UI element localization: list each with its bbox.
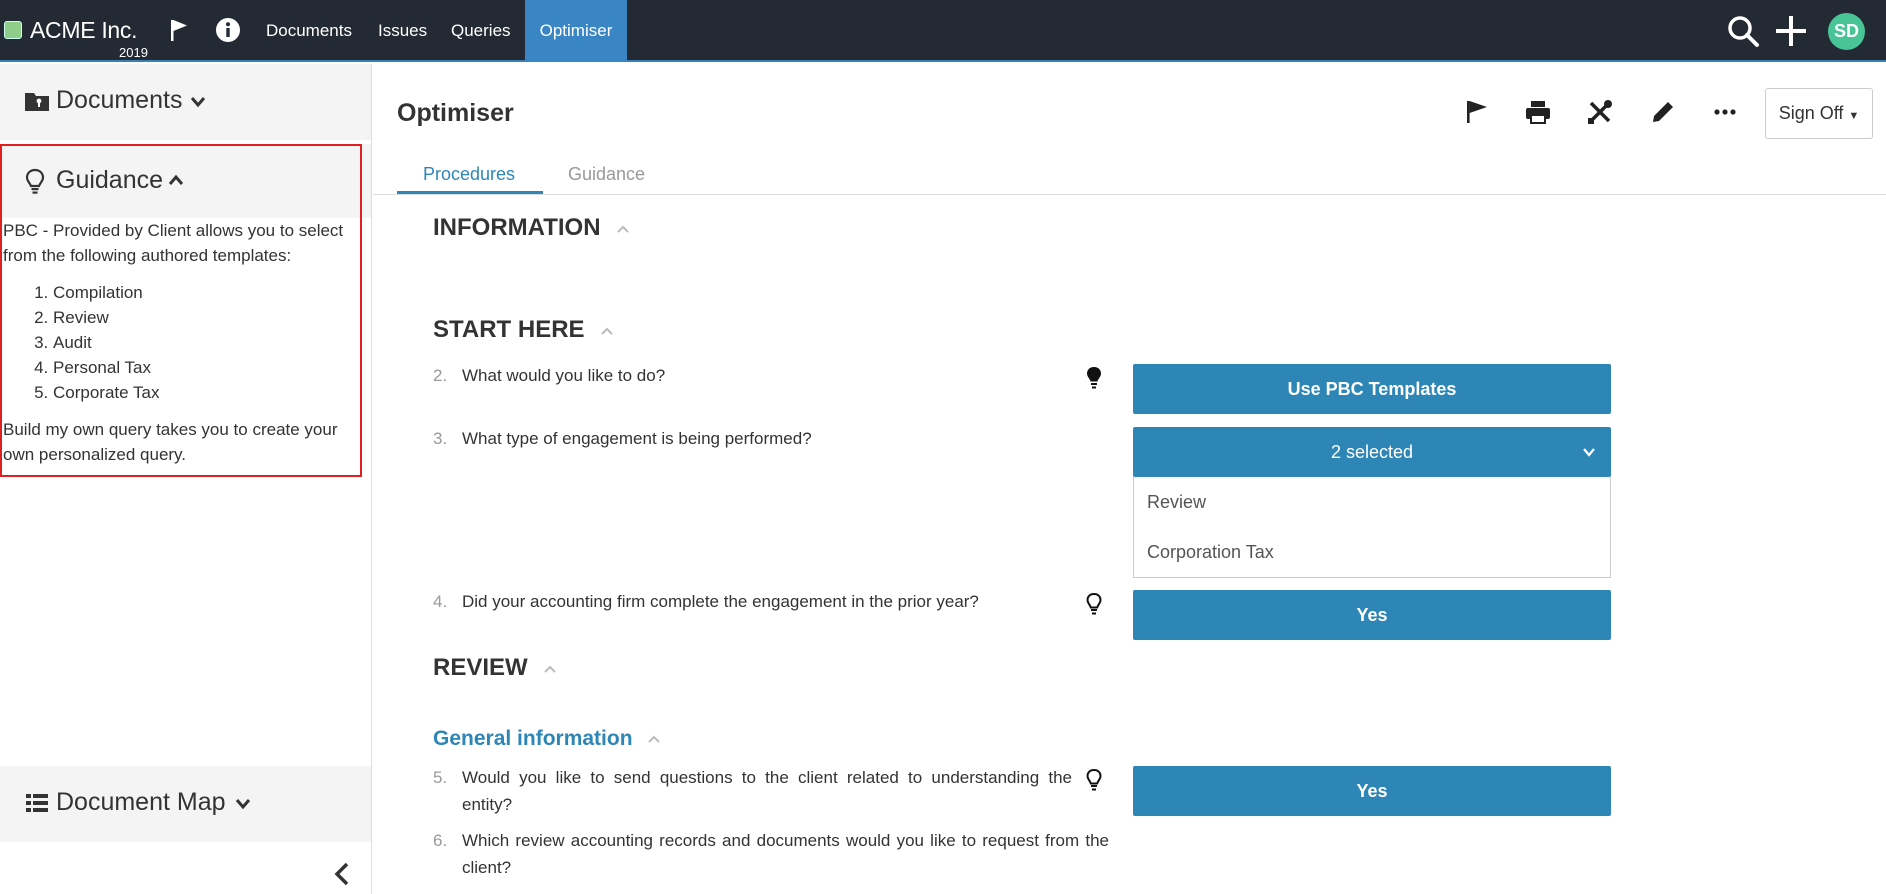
- chevron-down-icon: [1583, 448, 1595, 457]
- sidebar: Documents Guidance PBC - Provided by Cli…: [0, 64, 372, 894]
- list-item: Personal Tax: [53, 355, 355, 380]
- engagement-year: 2019: [119, 45, 148, 60]
- list-item: Audit: [53, 330, 355, 355]
- question-number: 4.: [433, 592, 448, 611]
- list-item: Compilation: [53, 280, 355, 305]
- question-number: 2.: [433, 366, 448, 385]
- active-tab-indicator: [397, 191, 543, 194]
- question-text: Would you like to send questions to the …: [462, 768, 1072, 814]
- search-icon[interactable]: [1726, 14, 1760, 48]
- section-review[interactable]: REVIEW: [433, 654, 557, 682]
- top-navigation-bar: ACME Inc. 2019 Documents Issues Queries …: [0, 0, 1886, 62]
- document-map-title: Document Map: [56, 788, 226, 816]
- question-text: Did your accounting firm complete the en…: [462, 592, 979, 611]
- subsection-general-information[interactable]: General information: [433, 727, 661, 751]
- nav-issues[interactable]: Issues: [378, 0, 428, 62]
- section-information[interactable]: INFORMATION: [433, 214, 629, 242]
- question-number: 3.: [433, 429, 448, 448]
- question-text: What type of engagement is being perform…: [462, 429, 812, 448]
- subsection-title: General information: [433, 727, 633, 750]
- use-pbc-templates-button[interactable]: Use PBC Templates: [1133, 364, 1611, 414]
- dropdown-options: Review Corporation Tax: [1133, 477, 1611, 578]
- list-icon: [26, 794, 48, 812]
- section-start-here[interactable]: START HERE: [433, 316, 613, 344]
- dropdown-option-corporation-tax[interactable]: Corporation Tax: [1134, 527, 1610, 577]
- lightbulb-filled-icon[interactable]: [1084, 366, 1104, 390]
- document-map-header[interactable]: Document Map: [0, 766, 371, 842]
- question-number: 5.: [433, 768, 448, 787]
- send-questions-yes-button[interactable]: Yes: [1133, 766, 1611, 816]
- sign-off-dropdown[interactable]: Sign Off ▼: [1765, 88, 1873, 139]
- chevron-up-icon: [648, 736, 661, 744]
- caret-down-icon: ▼: [1848, 110, 1860, 122]
- status-square-icon: [4, 21, 22, 39]
- lightbulb-icon[interactable]: [1084, 592, 1104, 616]
- flag-icon[interactable]: [166, 17, 192, 43]
- documents-panel-title: Documents: [56, 86, 183, 114]
- guidance-outro: Build my own query takes you to create y…: [3, 420, 338, 464]
- chevron-up-icon: [544, 665, 557, 673]
- dropdown-value: 2 selected: [1330, 442, 1414, 462]
- section-title: START HERE: [433, 316, 585, 343]
- plus-icon[interactable]: [1774, 14, 1808, 48]
- chevron-up-icon: [601, 327, 613, 335]
- tab-procedures[interactable]: Procedures: [423, 164, 515, 185]
- page-title: Optimiser: [397, 99, 514, 127]
- prior-year-yes-button[interactable]: Yes: [1133, 590, 1611, 640]
- sign-off-label: Sign Off: [1778, 103, 1844, 123]
- dropdown-option-review[interactable]: Review: [1134, 477, 1610, 527]
- chevron-down-icon: [235, 799, 251, 810]
- info-icon[interactable]: [215, 17, 241, 43]
- more-options-icon[interactable]: [1711, 98, 1739, 126]
- list-item: Corporate Tax: [53, 380, 355, 405]
- tab-guidance[interactable]: Guidance: [568, 164, 645, 185]
- tools-icon[interactable]: [1586, 98, 1614, 126]
- main-content: Optimiser Sign Off ▼ Procedures Guidance…: [373, 64, 1886, 894]
- folder-icon: [25, 93, 49, 111]
- section-title: REVIEW: [433, 654, 528, 681]
- question-number: 6.: [433, 831, 448, 850]
- chevron-up-icon: [617, 225, 629, 233]
- question-text: Which review accounting records and docu…: [462, 831, 1109, 877]
- chevron-down-icon: [190, 97, 206, 108]
- section-title: INFORMATION: [433, 214, 601, 241]
- nav-documents[interactable]: Documents: [266, 0, 355, 62]
- lightbulb-icon[interactable]: [1084, 768, 1104, 792]
- collapse-sidebar-icon[interactable]: [330, 859, 354, 889]
- tabs-divider: [373, 194, 1886, 195]
- guidance-content: PBC - Provided by Client allows you to s…: [3, 218, 355, 467]
- guidance-intro: PBC - Provided by Client allows you to s…: [3, 221, 344, 265]
- engagement-type-dropdown[interactable]: 2 selected: [1133, 427, 1611, 477]
- pencil-icon[interactable]: [1649, 98, 1677, 126]
- nav-optimiser[interactable]: Optimiser: [525, 0, 627, 62]
- flag-icon[interactable]: [1463, 98, 1491, 126]
- print-icon[interactable]: [1524, 98, 1552, 126]
- user-avatar[interactable]: SD: [1828, 13, 1865, 50]
- list-item: Review: [53, 305, 355, 330]
- documents-panel-header[interactable]: Documents: [0, 64, 371, 140]
- template-list: Compilation Review Audit Personal Tax Co…: [53, 280, 355, 405]
- question-text: What would you like to do?: [462, 366, 666, 385]
- client-name[interactable]: ACME Inc.: [30, 17, 138, 44]
- nav-queries[interactable]: Queries: [451, 0, 511, 62]
